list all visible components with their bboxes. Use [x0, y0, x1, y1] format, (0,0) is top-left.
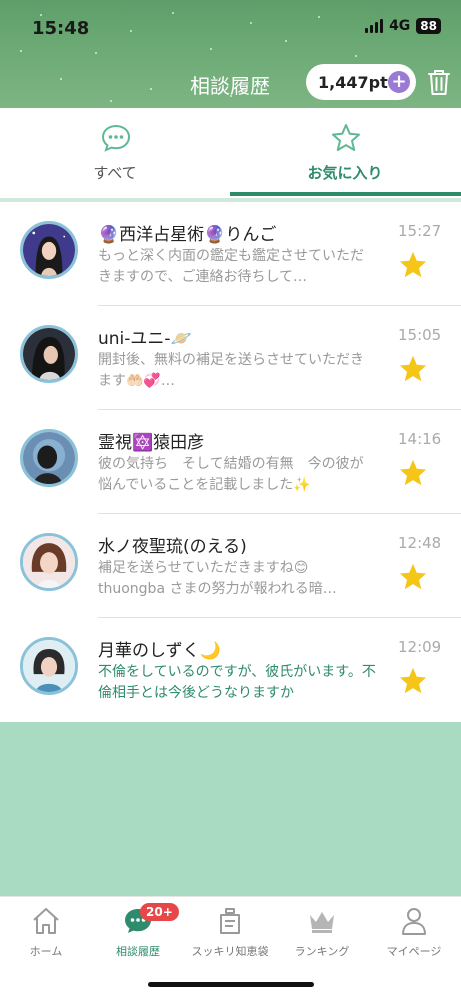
- nav-label: ランキング: [294, 945, 350, 958]
- nav-mypage[interactable]: マイページ: [368, 897, 460, 969]
- message-time: 15:27: [398, 222, 442, 240]
- page-title: 相談履歴: [190, 74, 270, 98]
- advisor-name: 水ノ夜聖琉(のえる): [98, 537, 247, 557]
- nav-history[interactable]: 20+ 相談履歴: [92, 897, 184, 969]
- list-item[interactable]: 🔮西洋占星術🔮りんご もっと深く内面の鑑定も鑑定させていただきますので、ご連絡お…: [0, 202, 461, 306]
- nav-qa[interactable]: スッキリ知恵袋: [184, 897, 276, 969]
- status-time: 15:48: [32, 18, 90, 39]
- list-item[interactable]: 霊視🔯猿田彦 彼の気持ち そして結婚の有無 今の彼が悩んでいることを記載しました…: [0, 410, 461, 514]
- chat-bubble-icon: [101, 124, 131, 152]
- active-tab-indicator: [230, 192, 461, 196]
- message-time: 12:48: [398, 534, 442, 552]
- star-filled-icon[interactable]: [398, 250, 428, 280]
- nav-ranking[interactable]: ランキング: [276, 897, 368, 969]
- advisor-name: 霊視🔯猿田彦: [98, 433, 205, 453]
- conversation-list: 🔮西洋占星術🔮りんご もっと深く内面の鑑定も鑑定させていただきますので、ご連絡お…: [0, 202, 461, 722]
- list-item[interactable]: 月華のしずく🌙 不倫をしているのですが、彼氏がいます。不倫相手とは今後どうなりま…: [0, 618, 461, 722]
- message-preview: 開封後、無料の補足を送らさせていただきます🤲🏻💞…: [98, 352, 364, 389]
- nav-home[interactable]: ホーム: [0, 897, 92, 969]
- header: 15:48 4G 88 相談履歴 1,447pt +: [0, 0, 461, 108]
- home-icon: [33, 908, 59, 934]
- points-pill[interactable]: 1,447pt +: [306, 64, 416, 100]
- message-preview: 補足を送らせていただきますね😊 thuongba さまの努力が報われる暗…: [98, 560, 337, 597]
- bag-icon: [220, 908, 240, 934]
- tab-label-all: すべて: [93, 164, 137, 182]
- avatar: [20, 429, 78, 487]
- advisor-name: 🔮西洋占星術🔮りんご: [98, 225, 277, 245]
- message-time: 12:09: [398, 638, 442, 656]
- signal-icon: [365, 19, 384, 33]
- nav-label: スッキリ知恵袋: [191, 945, 269, 958]
- star-filled-icon[interactable]: [398, 458, 428, 488]
- status-indicators: 4G 88: [365, 18, 441, 34]
- nav-label: ホーム: [29, 945, 63, 958]
- star-outline-icon: [332, 124, 360, 151]
- avatar: [20, 533, 78, 591]
- message-preview: 不倫をしているのですが、彼氏がいます。不倫相手とは今後どうなりますか: [98, 664, 376, 701]
- star-filled-icon[interactable]: [398, 354, 428, 384]
- avatar: [20, 221, 78, 279]
- points-balance: 1,447pt: [318, 72, 388, 92]
- message-time: 14:16: [398, 430, 442, 448]
- tab-bar: すべて お気に入り: [0, 108, 461, 198]
- battery-icon: 88: [416, 18, 441, 34]
- advisor-name: uni-ユニ-🪐: [98, 329, 192, 349]
- avatar: [20, 637, 78, 695]
- person-icon: [402, 908, 426, 935]
- plus-icon[interactable]: +: [388, 71, 410, 93]
- star-filled-icon[interactable]: [398, 562, 428, 592]
- home-indicator[interactable]: [148, 982, 314, 987]
- avatar: [20, 325, 78, 383]
- trash-icon[interactable]: [427, 68, 451, 96]
- nav-label: マイページ: [386, 945, 442, 958]
- list-item[interactable]: uni-ユニ-🪐 開封後、無料の補足を送らさせていただきます🤲🏻💞… 15:05: [0, 306, 461, 410]
- tab-label-favorites: お気に入り: [307, 164, 383, 182]
- crown-icon: [310, 912, 334, 933]
- tab-favorites[interactable]: お気に入り: [230, 108, 460, 198]
- message-preview: 彼の気持ち そして結婚の有無 今の彼が悩んでいることを記載しました✨: [98, 456, 364, 493]
- message-time: 15:05: [398, 326, 442, 344]
- network-label: 4G: [389, 18, 411, 34]
- message-preview: もっと深く内面の鑑定も鑑定させていただきますので、ご連絡お待ちして…: [98, 248, 364, 285]
- list-item[interactable]: 水ノ夜聖琉(のえる) 補足を送らせていただきますね😊 thuongba さまの努…: [0, 514, 461, 618]
- tab-all[interactable]: すべて: [0, 108, 230, 198]
- advisor-name: 月華のしずく🌙: [98, 641, 221, 661]
- unread-badge: 20+: [140, 903, 179, 921]
- star-filled-icon[interactable]: [398, 666, 428, 696]
- nav-label: 相談履歴: [116, 945, 160, 958]
